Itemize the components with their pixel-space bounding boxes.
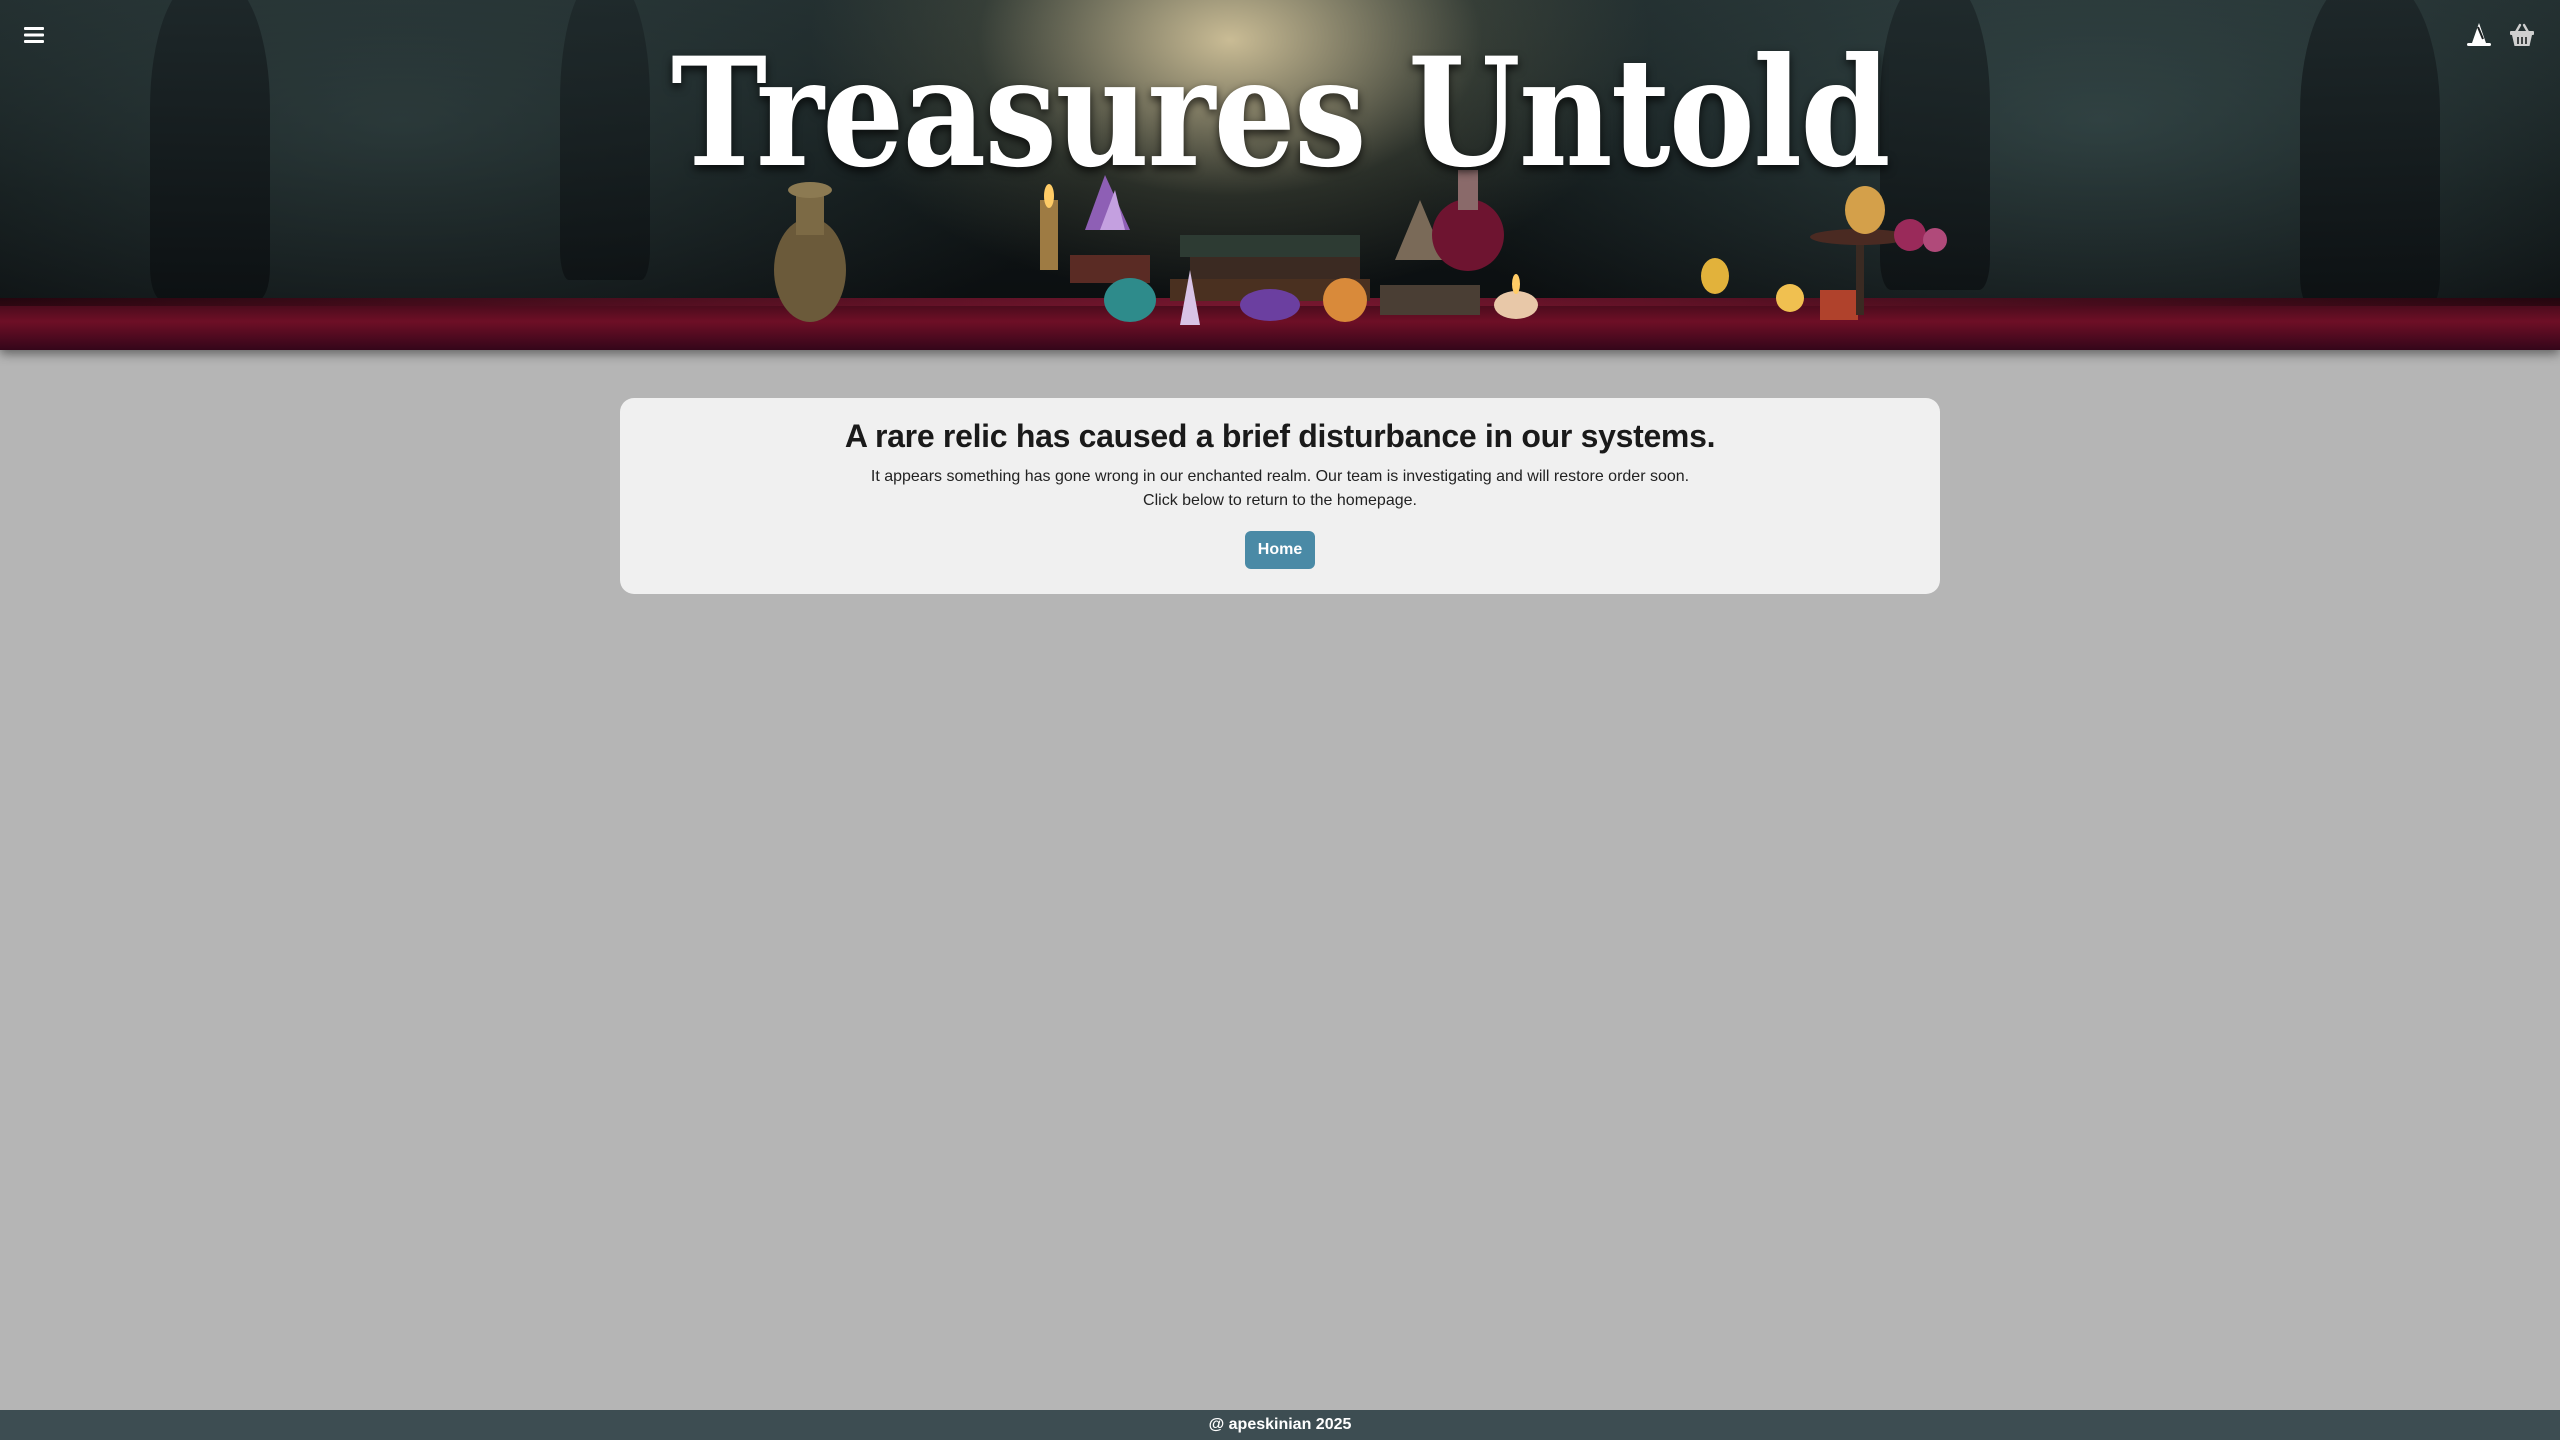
error-card: A rare relic has caused a brief disturba… xyxy=(620,398,1940,594)
wizard-hat-icon[interactable] xyxy=(2464,20,2494,50)
basket-icon[interactable] xyxy=(2507,20,2537,50)
error-heading: A rare relic has caused a brief disturba… xyxy=(844,418,1716,454)
error-message: It appears something has gone wrong in o… xyxy=(870,468,1690,485)
hamburger-menu-icon[interactable] xyxy=(19,20,49,50)
page: Treasures Untold A rare relic has caused… xyxy=(0,0,2560,1440)
home-button[interactable]: Home xyxy=(1245,531,1315,569)
site-title[interactable]: Treasures Untold xyxy=(179,38,2381,188)
error-instruction: Click below to return to the homepage. xyxy=(1143,492,1417,509)
footer: @ apeskinian 2025 xyxy=(0,1410,2560,1440)
footer-copyright: @ apeskinian 2025 xyxy=(1208,1416,1352,1433)
header-banner: Treasures Untold xyxy=(0,0,2560,350)
